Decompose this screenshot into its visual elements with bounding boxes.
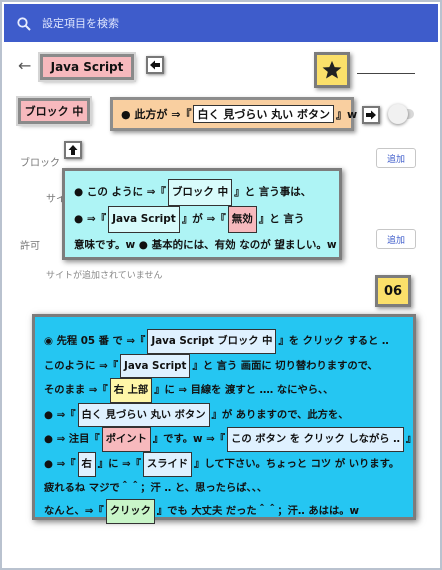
instruction-line-3: そのまま ⇒『右 上部 』に ⇒ 目線を 渡すと ‥‥ なにやら、、 [44,378,413,403]
l2-post: 』と 言う 画面に 切り替わりますので、 [192,359,378,372]
note-line-2-pre: ● ⇒『 [74,213,107,225]
block-add-button[interactable]: 追加 [376,148,416,168]
l1-chip: Java Script ブロック 中 [147,329,277,354]
page-title-text: Java Script [50,60,124,74]
left-arrow-icon [146,56,164,74]
instruction-line-1: ◉ 先程 05 番 で ⇒『 Java Script ブロック 中』を クリック … [44,329,413,354]
l2-pre: このように ⇒『 [44,359,118,372]
callout-chip: 白く 見づらい 丸い ボタン [193,105,334,123]
l6-post: 』して下さい。ちょっと コツ が いります。 [194,457,400,470]
l4-pre: ● ⇒『 [44,408,76,421]
callout-suffix: 』w [335,108,358,121]
toggle-description-callout: ● 此方が ⇒『 白く 見づらい 丸い ボタン 』w [110,97,358,131]
l1-pre: ◉ 先程 05 番 で ⇒『 [44,335,146,347]
l6-chip2: スライド [142,451,193,477]
allow-section-label: 許可 [20,241,40,252]
note-line-2-mid: 』が ⇒『 [181,213,226,225]
search-icon [17,17,31,31]
note-line-3: 意味です。w ● 基本的には、有効 なのが 望ましい。w [74,239,337,251]
l2-chip: Java Script [120,353,191,379]
l8-chip: クリック [105,499,155,524]
l6-mid: 』に ⇒『 [97,457,141,470]
instruction-line-6: ● ⇒『右』に ⇒『 スライド 』して下さい。ちょっと コツ が いります。 [44,451,413,477]
block-section-label: ブロック [20,158,60,169]
allow-add-button[interactable]: 追加 [376,229,416,249]
back-arrow-icon[interactable]: ← [18,56,31,75]
note-line-1-pre: ● この ように ⇒『 [74,186,166,198]
l3-chip: 右 上部 [109,378,153,403]
note-line-1-post: 』と 言う事は、 [234,186,312,198]
l3-post: 』に ⇒ 目線を 渡すと ‥‥ なにやら、、 [154,384,334,397]
instruction-callout: ◉ 先程 05 番 で ⇒『 Java Script ブロック 中』を クリック … [32,314,417,524]
note-callout: ● この ように ⇒『 ブロック 中』と 言う事は、 ● ⇒『 Java Scrip… [62,168,342,260]
instruction-line-8: なんと、⇒『 クリック 』でも 大丈夫 だった＾＾；汗‥ あはは。w [44,499,413,524]
l3-pre: そのまま ⇒『 [44,384,108,397]
note-line-2-post: 』と 言う [258,213,305,225]
l8-post: 』でも 大丈夫 だった＾＾；汗‥ あはは。w [156,505,360,518]
star-icon [314,52,350,88]
l6-chip1: 右 [77,451,96,477]
l5-mid: 』です。w ⇒『 [152,433,226,446]
instruction-line-5: ● ⇒ 注目『 ポイント 』です。w ⇒『 この ボタン を クリック しながら ‥』 [44,427,417,452]
step-number-badge: 06 [375,275,411,307]
l5-chip2: この ボタン を クリック しながら ‥ [227,427,405,452]
page-title: Java Script [38,52,136,82]
note-line-1: ● この ように ⇒『 ブロック 中』と 言う事は、 [74,179,339,206]
instruction-line-7: 疲れるね マジで＾＾；汗 ‥ と、思ったらば、、、 [44,481,268,494]
l5-pre: ● ⇒ 注目『 [44,433,100,446]
l5-post: 』 [406,433,417,446]
l4-chip: 白く 見づらい 丸い ボタン [77,402,210,428]
l5-chip1: ポイント [101,427,151,452]
block-status-label: ブロック 中 [16,96,92,126]
instruction-line-2: このように ⇒『 Java Script 』と 言う 画面に 切り替わりますので、 [44,353,413,379]
note-line-2-chip1: Java Script [108,206,180,233]
search-input[interactable]: 設定項目を検索 [42,15,119,31]
l4-post: 』が ありますので、此方を、 [211,408,349,421]
search-bar[interactable]: 設定項目を検索 [4,4,438,42]
note-line-1-chip: ブロック 中 [167,179,233,206]
l6-pre: ● ⇒『 [44,457,76,470]
step-number: 06 [383,283,403,299]
instruction-line-4: ● ⇒『 白く 見づらい 丸い ボタン 』が ありますので、此方を、 [44,402,413,428]
l1-post: 』を クリック すると ‥ [278,335,389,347]
divider-line [357,73,415,74]
l8-pre: なんと、⇒『 [44,505,104,518]
toggle-switch[interactable] [388,104,408,124]
up-arrow-icon [64,141,82,159]
callout-prefix: ● 此方が ⇒『 [121,108,192,121]
block-status-text: ブロック 中 [24,105,84,118]
no-sites-text: サイトが追加されていません [46,271,163,281]
note-line-2-chip2: 無効 [227,206,257,233]
note-line-2: ● ⇒『 Java Script 』が ⇒『 無効 』と 言う [74,206,339,233]
right-arrow-icon [362,106,380,124]
